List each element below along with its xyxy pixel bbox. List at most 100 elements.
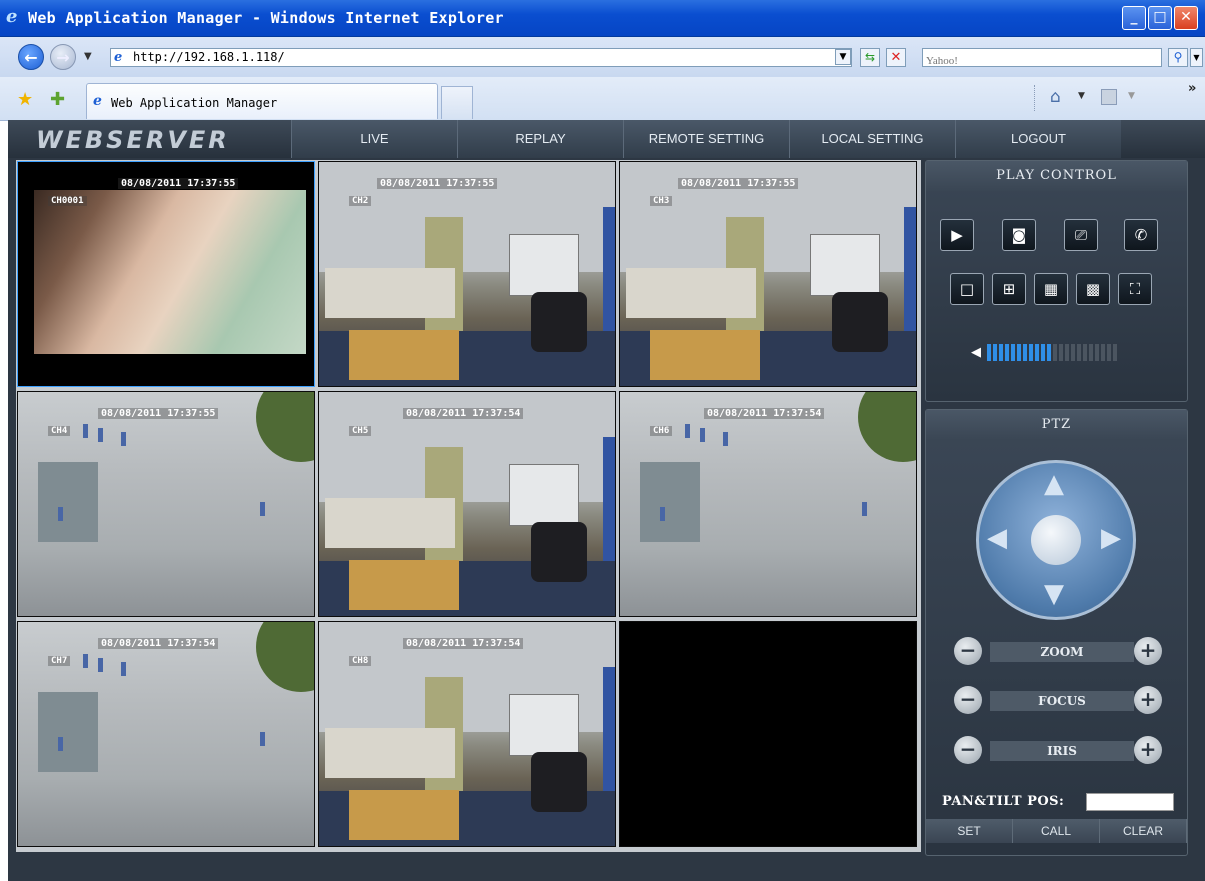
ptz-center-button[interactable] — [1031, 515, 1081, 565]
talk-button[interactable]: ✆ — [1124, 219, 1158, 251]
camera-timestamp: 08/08/2011 17:37:54 — [403, 638, 524, 649]
play-button[interactable]: ▶ — [940, 219, 974, 251]
home-dropdown-icon[interactable]: ▼ — [1078, 91, 1085, 101]
camera-view-5[interactable]: 08/08/2011 17:37:54 CH5 — [318, 391, 616, 617]
stop-icon[interactable]: ✕ — [886, 48, 906, 67]
forward-button[interactable]: → — [50, 44, 76, 70]
back-button[interactable]: ← — [18, 44, 44, 70]
camera-view-9[interactable] — [619, 621, 917, 847]
person — [121, 662, 126, 676]
set-button[interactable]: SET — [926, 819, 1013, 843]
toolbar-chevron-icon[interactable]: » — [1188, 81, 1196, 96]
menu-live[interactable]: LIVE — [291, 120, 457, 158]
search-icon[interactable]: ⚲ — [1168, 48, 1188, 67]
volume-bar — [987, 344, 1119, 361]
tree — [256, 622, 314, 692]
layout-16-button[interactable]: ▩ — [1076, 273, 1110, 305]
zoom-plus-button[interactable]: + — [1134, 637, 1162, 665]
layout-1-button[interactable]: □ — [950, 273, 984, 305]
chair — [531, 752, 587, 812]
snapshot-button[interactable]: ◙ — [1002, 219, 1036, 251]
volume-slider[interactable]: ◀ — [971, 344, 1119, 361]
new-tab-button[interactable] — [441, 86, 473, 119]
fullscreen-button[interactable]: ⛶ — [1118, 273, 1152, 305]
address-bar: ← → ▼ e http://192.168.1.118/ ▼ ⇆ ✕ ⚲ ▼ — [0, 37, 1205, 77]
feeds-icon[interactable] — [1101, 89, 1117, 105]
webserver-logo: WEBSERVER — [36, 126, 230, 154]
person — [83, 654, 88, 668]
chair — [531, 522, 587, 582]
desk — [325, 498, 455, 548]
toolbar-divider — [1034, 85, 1036, 111]
volume-segment — [993, 344, 997, 361]
zoom-minus-button[interactable]: − — [954, 637, 982, 665]
volume-segment — [1095, 344, 1099, 361]
preset-buttons: SET CALL CLEAR — [926, 819, 1187, 843]
ptz-panel: PTZ ▲ ▼ ◀ ▶ − ZOOM + − FOCUS + − IRIS + … — [925, 409, 1188, 856]
layout-9-button[interactable]: ▦ — [1034, 273, 1068, 305]
maximize-button[interactable]: □ — [1148, 6, 1172, 30]
home-icon[interactable]: ⌂ — [1050, 87, 1061, 107]
search-field[interactable] — [922, 48, 1162, 70]
volume-segment — [1047, 344, 1051, 361]
url-text: http://192.168.1.118/ — [133, 50, 285, 64]
iris-plus-button[interactable]: + — [1134, 736, 1162, 764]
play-control-panel: PLAY CONTROL ▶ ◙ ⎚ ✆ □ ⊞ ▦ ▩ ⛶ ◀ — [925, 160, 1188, 402]
pan-tilt-pos-input[interactable] — [1086, 793, 1174, 811]
chair — [531, 292, 587, 352]
search-input[interactable] — [923, 52, 1161, 70]
url-field[interactable]: e http://192.168.1.118/ — [110, 48, 852, 67]
zoom-control: − ZOOM + — [954, 637, 1171, 667]
whiteboard — [509, 234, 579, 296]
person — [723, 432, 728, 446]
boxes — [349, 330, 459, 380]
camera-channel: CH0001 — [48, 196, 87, 206]
tab-web-application-manager[interactable]: e Web Application Manager — [86, 83, 438, 119]
volume-segment — [1077, 344, 1081, 361]
focus-plus-button[interactable]: + — [1134, 686, 1162, 714]
camera-channel: CH2 — [349, 196, 372, 206]
boxes — [650, 330, 760, 380]
add-favorites-icon[interactable]: ✚ — [50, 89, 65, 110]
menu-replay[interactable]: REPLAY — [457, 120, 623, 158]
camera-view-4[interactable]: 08/08/2011 17:37:55 CH4 — [17, 391, 315, 617]
focus-minus-button[interactable]: − — [954, 686, 982, 714]
ptz-up-icon[interactable]: ▲ — [1044, 469, 1064, 499]
refresh-icon[interactable]: ⇆ — [860, 48, 880, 67]
clear-button[interactable]: CLEAR — [1100, 819, 1187, 843]
volume-segment — [1035, 344, 1039, 361]
person — [660, 507, 665, 521]
camera-view-1[interactable]: 08/08/2011 17:37:55 CH0001 — [17, 161, 315, 387]
feeds-dropdown-icon[interactable]: ▼ — [1128, 91, 1135, 101]
close-button[interactable]: ✕ — [1174, 6, 1198, 30]
camera-view-3[interactable]: 08/08/2011 17:37:55 CH3 — [619, 161, 917, 387]
search-options-icon[interactable]: ▼ — [1190, 48, 1203, 67]
ptz-left-icon[interactable]: ◀ — [987, 523, 1007, 553]
ptz-down-icon[interactable]: ▼ — [1044, 579, 1064, 609]
menu-remote-setting[interactable]: REMOTE SETTING — [623, 120, 789, 158]
record-button[interactable]: ⎚ — [1064, 219, 1098, 251]
volume-segment — [1083, 344, 1087, 361]
camera-view-8[interactable]: 08/08/2011 17:37:54 CH8 — [318, 621, 616, 847]
menu-local-setting[interactable]: LOCAL SETTING — [789, 120, 955, 158]
desk — [325, 268, 455, 318]
window-title: Web Application Manager - Windows Intern… — [28, 9, 504, 27]
recent-pages-dropdown-icon[interactable]: ▼ — [84, 51, 92, 62]
gate — [38, 462, 98, 542]
gate — [640, 462, 700, 542]
pan-tilt-pos-label: PAN&TILT POS: — [942, 794, 1065, 809]
person — [260, 732, 265, 746]
iris-minus-button[interactable]: − — [954, 736, 982, 764]
menu-logout[interactable]: LOGOUT — [955, 120, 1121, 158]
address-dropdown-icon[interactable]: ▼ — [835, 49, 851, 65]
ptz-right-icon[interactable]: ▶ — [1101, 523, 1121, 553]
layout-4-button[interactable]: ⊞ — [992, 273, 1026, 305]
favorites-star-icon[interactable]: ★ — [17, 89, 33, 110]
volume-segment — [1101, 344, 1105, 361]
call-button[interactable]: CALL — [1013, 819, 1100, 843]
minimize-button[interactable]: _ — [1122, 6, 1146, 30]
camera-view-7[interactable]: 08/08/2011 17:37:54 CH7 — [17, 621, 315, 847]
camera-view-2[interactable]: 08/08/2011 17:37:55 CH2 — [318, 161, 616, 387]
camera-channel: CH5 — [349, 426, 372, 436]
camera-view-6[interactable]: 08/08/2011 17:37:54 CH6 — [619, 391, 917, 617]
